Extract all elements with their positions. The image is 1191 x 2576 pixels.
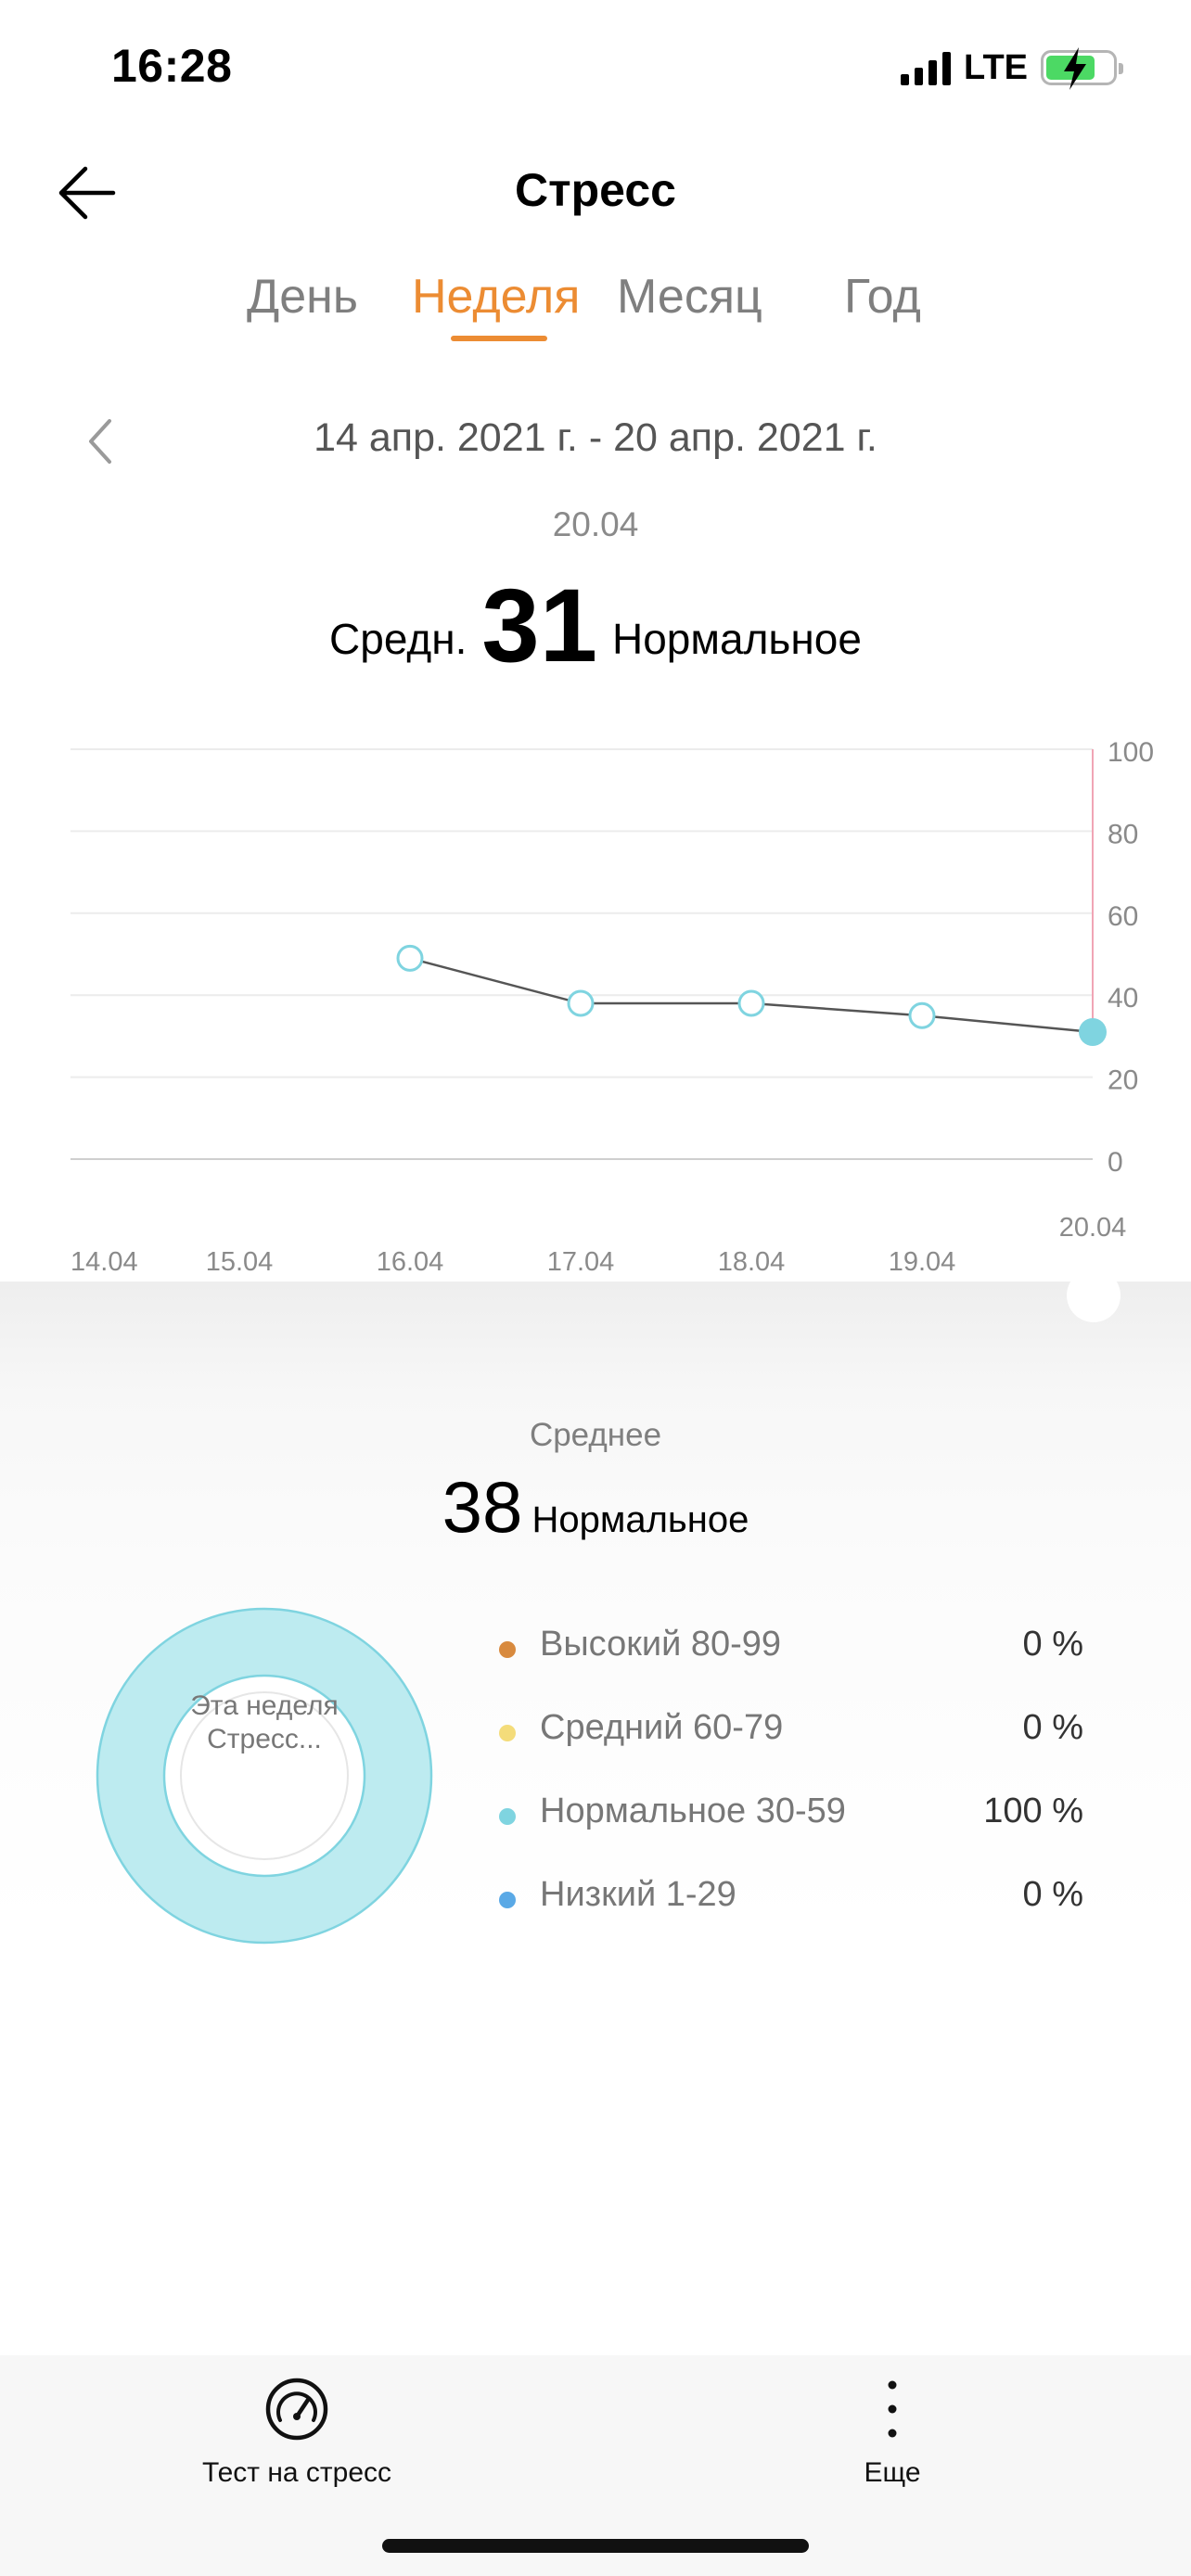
x-tick-label: 16.04 bbox=[377, 1247, 444, 1277]
y-tick-label: 0 bbox=[1108, 1147, 1123, 1178]
network-type: LTE bbox=[964, 47, 1028, 87]
average-value: 31 bbox=[481, 567, 597, 683]
stress-line-chart[interactable]: 100 80 60 40 20 0 14.04 15.04 16.04 17.04 18.04 19.… bbox=[0, 723, 1191, 1298]
legend-item-low: Низкий 1-29 0 % bbox=[499, 1875, 1083, 1958]
average-label: Средн. bbox=[329, 615, 467, 663]
date-range: 14 апр. 2021 г. - 20 апр. 2021 г. bbox=[314, 415, 877, 460]
medium-dot-icon bbox=[499, 1725, 516, 1741]
summary-value: 38 bbox=[442, 1466, 523, 1548]
battery-icon bbox=[1041, 47, 1123, 90]
stress-distribution-donut[interactable] bbox=[93, 1604, 436, 1947]
data-point-selected[interactable] bbox=[1079, 1017, 1107, 1046]
y-tick-label: 20 bbox=[1108, 1065, 1138, 1096]
legend-percent: 0 % bbox=[1022, 1708, 1083, 1747]
status-time: 16:28 bbox=[111, 40, 233, 92]
tab-day[interactable]: День bbox=[247, 269, 358, 325]
x-tick-label: 19.04 bbox=[889, 1247, 956, 1277]
period-tabs: День Неделя Месяц Год bbox=[0, 269, 1191, 352]
legend-label: Низкий 1-29 bbox=[540, 1875, 736, 1914]
summary-average: 38 Нормальное bbox=[0, 1465, 1191, 1549]
x-tick-label: 15.04 bbox=[206, 1247, 274, 1277]
summary-status: Нормальное bbox=[531, 1499, 749, 1540]
more-label: Еще bbox=[864, 2457, 921, 2488]
high-dot-icon bbox=[499, 1641, 516, 1658]
x-tick-label: 17.04 bbox=[547, 1247, 615, 1277]
data-point[interactable] bbox=[908, 1001, 936, 1029]
tab-month[interactable]: Месяц bbox=[617, 269, 762, 325]
more-button[interactable]: Еще bbox=[837, 2376, 948, 2489]
normal-dot-icon bbox=[499, 1808, 516, 1825]
legend-label: Средний 60-79 bbox=[540, 1708, 784, 1747]
selected-average: Средн. 31 Нормальное bbox=[0, 566, 1191, 685]
y-tick-label: 100 bbox=[1108, 737, 1154, 768]
donut-center-text: Эта неделя Стресс... bbox=[190, 1690, 339, 1754]
x-tick-label: 14.04 bbox=[70, 1247, 138, 1277]
legend-percent: 100 % bbox=[983, 1792, 1083, 1830]
status-indicators: LTE bbox=[901, 45, 1123, 91]
legend-label: Нормальное 30-59 bbox=[540, 1792, 846, 1830]
legend-percent: 0 % bbox=[1022, 1875, 1083, 1914]
data-point[interactable] bbox=[567, 989, 595, 1017]
legend-percent: 0 % bbox=[1022, 1625, 1083, 1664]
x-tick-label: 20.04 bbox=[1059, 1213, 1127, 1243]
tab-week[interactable]: Неделя bbox=[412, 269, 580, 325]
data-point[interactable] bbox=[396, 944, 424, 972]
stress-test-label: Тест на стресс bbox=[201, 2457, 392, 2488]
active-tab-indicator bbox=[451, 336, 547, 341]
selected-date: 20.04 bbox=[552, 505, 639, 543]
more-vertical-icon bbox=[888, 2380, 897, 2438]
x-tick-label: 18.04 bbox=[718, 1247, 786, 1277]
low-dot-icon bbox=[499, 1892, 516, 1908]
legend-item-normal: Нормальное 30-59 100 % bbox=[499, 1792, 1083, 1875]
signal-icon bbox=[901, 50, 952, 85]
data-point[interactable] bbox=[737, 989, 765, 1017]
gauge-icon bbox=[265, 2378, 328, 2441]
y-tick-label: 60 bbox=[1108, 901, 1138, 932]
summary-label: Среднее bbox=[529, 1417, 662, 1453]
y-tick-label: 40 bbox=[1108, 983, 1138, 1014]
average-status: Нормальное bbox=[612, 615, 862, 663]
y-tick-label: 80 bbox=[1108, 819, 1138, 849]
legend-item-high: Высокий 80-99 0 % bbox=[499, 1625, 1083, 1708]
legend-item-medium: Средний 60-79 0 % bbox=[499, 1708, 1083, 1792]
chart-selection-handle[interactable] bbox=[1067, 1269, 1121, 1322]
stress-legend: Высокий 80-99 0 % Средний 60-79 0 % Норм… bbox=[499, 1625, 1083, 1958]
legend-label: Высокий 80-99 bbox=[540, 1625, 782, 1664]
stress-test-button[interactable]: Тест на стресс bbox=[184, 2376, 410, 2489]
page-title: Стресс bbox=[515, 164, 676, 216]
home-indicator bbox=[382, 2539, 809, 2553]
tab-year[interactable]: Год bbox=[844, 269, 921, 325]
